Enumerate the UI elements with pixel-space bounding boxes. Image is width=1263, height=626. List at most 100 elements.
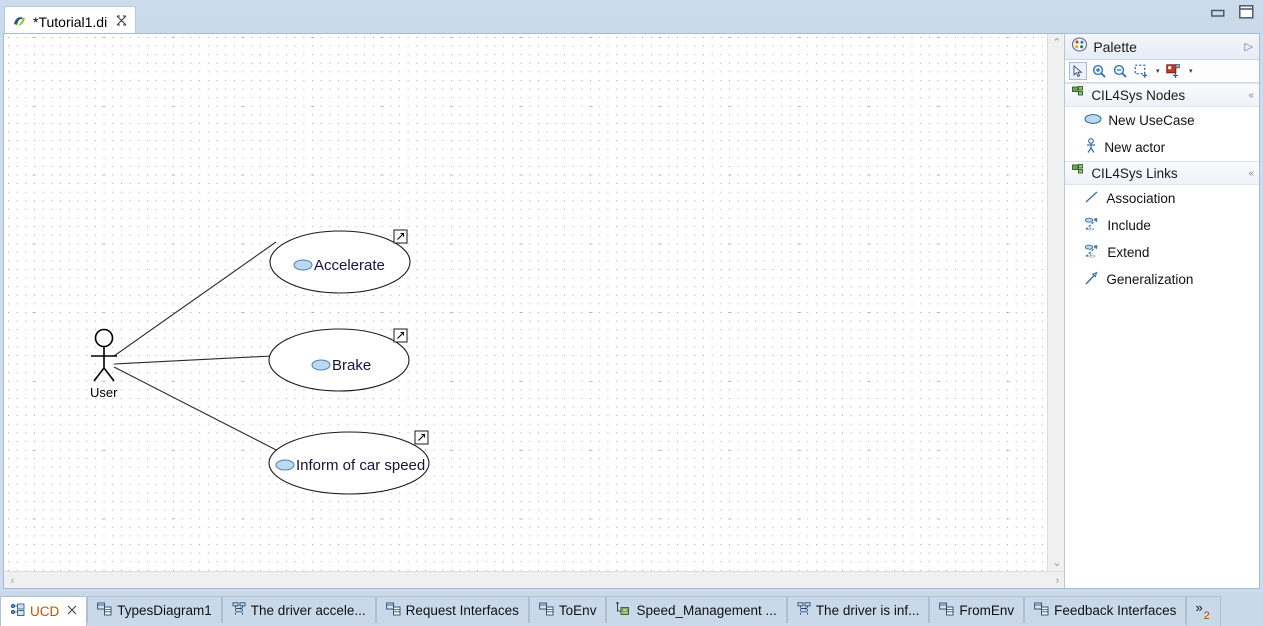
bottom-tab-label: TypesDiagram1 bbox=[117, 602, 212, 618]
drawer-icon bbox=[1072, 86, 1085, 104]
palette-section-label: CIL4Sys Links bbox=[1091, 165, 1178, 181]
scroll-down-icon[interactable]: ⌄ bbox=[1048, 554, 1064, 571]
svg-text:«I»: «I» bbox=[1088, 226, 1095, 232]
usecase-ellipse-icon bbox=[1084, 113, 1102, 128]
actor-user: User bbox=[90, 328, 118, 400]
palette-section-label: CIL4Sys Nodes bbox=[1091, 87, 1186, 103]
actor-leg-left bbox=[93, 367, 105, 382]
maximize-button[interactable] bbox=[1239, 5, 1254, 24]
palette-section-cil4sys-nodes[interactable]: CIL4Sys Nodes « bbox=[1065, 83, 1259, 107]
ucd-diagram-icon bbox=[10, 603, 25, 620]
palette-item-include[interactable]: «I» Include bbox=[1065, 212, 1259, 239]
bottom-tab-overflow-button[interactable]: » 2 bbox=[1186, 596, 1221, 626]
editor-tab-tutorial1[interactable]: *Tutorial1.di bbox=[4, 6, 137, 36]
editor-tab-label: *Tutorial1.di bbox=[33, 13, 108, 30]
usecase-affix-handle-inform[interactable] bbox=[414, 430, 429, 445]
collapse-icon[interactable]: « bbox=[1248, 168, 1253, 179]
zoom-in-tool-button[interactable] bbox=[1090, 62, 1108, 80]
usecase-accelerate[interactable]: Accelerate bbox=[269, 229, 411, 294]
palette-item-label: Extend bbox=[1107, 244, 1150, 260]
usecase-label-inform: Inform of car speed bbox=[296, 457, 425, 474]
chevron-right-icon[interactable]: ▷ bbox=[1245, 40, 1253, 53]
window-controls bbox=[1211, 5, 1254, 24]
bottom-tab-label: Feedback Interfaces bbox=[1054, 602, 1177, 618]
palette-panel: Palette ▷ ▾ ▾ CIL4Sys Nodes « New UseCas… bbox=[1064, 34, 1259, 588]
canvas-horizontal-scrollbar[interactable]: ‹ › bbox=[4, 571, 1065, 588]
association-lines bbox=[113, 241, 285, 455]
usecase-affix-handle-brake[interactable] bbox=[393, 328, 408, 343]
sequence-diagram-icon bbox=[232, 601, 246, 619]
bottom-tab-label: ToEnv bbox=[558, 602, 597, 618]
palette-item-new-usecase[interactable]: New UseCase bbox=[1065, 107, 1259, 134]
bottom-tab-label: UCD bbox=[30, 604, 60, 619]
palette-item-label: New actor bbox=[1104, 139, 1166, 155]
usecase-label-brake: Brake bbox=[332, 357, 371, 374]
marquee-tool-button[interactable] bbox=[1132, 62, 1150, 80]
usecase-small-ellipse-icon bbox=[311, 359, 331, 371]
eclipse-papyrus-window: *Tutorial1.di User Accelerate Brake Info… bbox=[0, 0, 1263, 626]
palette-item-label: Include bbox=[1107, 217, 1151, 233]
usecase-small-ellipse-icon bbox=[293, 259, 313, 271]
composite-diagram-icon bbox=[616, 601, 631, 619]
scroll-left-icon[interactable]: ‹ bbox=[4, 572, 21, 588]
scroll-right-icon[interactable]: › bbox=[1049, 572, 1064, 588]
generalization-arrow-icon bbox=[1084, 271, 1100, 289]
close-icon[interactable] bbox=[116, 15, 127, 28]
palette-item-new-actor[interactable]: New actor bbox=[1065, 134, 1259, 161]
editor-area: User Accelerate Brake Inform of car spee… bbox=[3, 33, 1260, 589]
bottom-tab-typesdiagram1[interactable]: TypesDiagram1 bbox=[87, 596, 222, 623]
bottom-tab-speed-management[interactable]: Speed_Management ... bbox=[606, 596, 787, 623]
note-caret-icon[interactable]: ▾ bbox=[1186, 67, 1195, 75]
usecase-label-accelerate: Accelerate bbox=[314, 257, 385, 274]
palette-item-generalization[interactable]: Generalization bbox=[1065, 266, 1259, 293]
include-arrow-icon: «I» bbox=[1084, 217, 1101, 235]
association-user-accelerate bbox=[113, 241, 277, 357]
actor-head bbox=[94, 328, 114, 348]
palette-icon bbox=[1072, 36, 1088, 57]
palette-header[interactable]: Palette ▷ bbox=[1065, 34, 1259, 60]
bottom-tab-the-driver-is-informed[interactable]: The driver is inf... bbox=[786, 596, 930, 623]
association-user-brake bbox=[113, 355, 273, 365]
note-tool-button[interactable] bbox=[1165, 62, 1183, 80]
palette-item-label: Association bbox=[1106, 190, 1176, 206]
bottom-tab-feedback-interfaces[interactable]: Feedback Interfaces bbox=[1024, 596, 1187, 623]
bottom-tab-fromenv[interactable]: FromEnv bbox=[929, 596, 1025, 623]
drawer-icon bbox=[1072, 164, 1085, 182]
bottom-tab-the-driver-accelerates[interactable]: The driver accele... bbox=[221, 596, 376, 623]
close-icon[interactable] bbox=[67, 605, 77, 618]
actor-stickman-icon bbox=[1084, 138, 1098, 157]
bottom-tab-ucd[interactable]: UCD bbox=[0, 596, 88, 626]
select-tool-button[interactable] bbox=[1069, 62, 1088, 80]
bottom-tab-bar: UCD TypesDiagram1 The driver accele... R… bbox=[0, 592, 1263, 626]
scroll-up-icon[interactable]: ⌃ bbox=[1048, 34, 1064, 51]
bottom-tab-label: FromEnv bbox=[959, 602, 1015, 618]
minimize-button[interactable] bbox=[1211, 6, 1225, 24]
palette-item-label: New UseCase bbox=[1108, 112, 1195, 128]
overflow-count: 2 bbox=[1203, 610, 1210, 622]
svg-text:«E»: «E» bbox=[1087, 253, 1096, 259]
association-line-icon bbox=[1084, 190, 1100, 207]
actor-label: User bbox=[90, 385, 118, 400]
usecase-inform-of-car-speed[interactable]: Inform of car speed bbox=[268, 430, 430, 495]
palette-toolbar: ▾ ▾ bbox=[1065, 60, 1259, 83]
usecase-small-ellipse-icon bbox=[275, 459, 295, 471]
palette-title: Palette bbox=[1093, 38, 1137, 55]
class-diagram-icon bbox=[539, 602, 554, 619]
bottom-tab-toenv[interactable]: ToEnv bbox=[528, 596, 607, 623]
usecase-affix-handle-accelerate[interactable] bbox=[393, 229, 408, 244]
class-diagram-icon bbox=[939, 602, 954, 619]
collapse-icon[interactable]: « bbox=[1248, 90, 1253, 101]
class-diagram-icon bbox=[97, 602, 112, 619]
palette-section-cil4sys-links[interactable]: CIL4Sys Links « bbox=[1065, 161, 1259, 185]
bottom-tab-label: Speed_Management ... bbox=[636, 602, 777, 618]
marquee-caret-icon[interactable]: ▾ bbox=[1153, 67, 1162, 75]
extend-arrow-icon: «E» bbox=[1084, 244, 1101, 262]
bottom-tab-request-interfaces[interactable]: Request Interfaces bbox=[375, 596, 529, 623]
canvas-vertical-scrollbar[interactable]: ⌃ ⌄ bbox=[1047, 34, 1065, 588]
use-case-diagram[interactable]: User Accelerate Brake Inform of car spee… bbox=[4, 34, 1049, 571]
palette-item-association[interactable]: Association bbox=[1065, 185, 1259, 212]
usecase-brake[interactable]: Brake bbox=[268, 328, 410, 392]
diagram-canvas-container[interactable]: User Accelerate Brake Inform of car spee… bbox=[4, 34, 1065, 588]
palette-item-extend[interactable]: «E» Extend bbox=[1065, 239, 1259, 266]
zoom-out-tool-button[interactable] bbox=[1111, 62, 1129, 80]
